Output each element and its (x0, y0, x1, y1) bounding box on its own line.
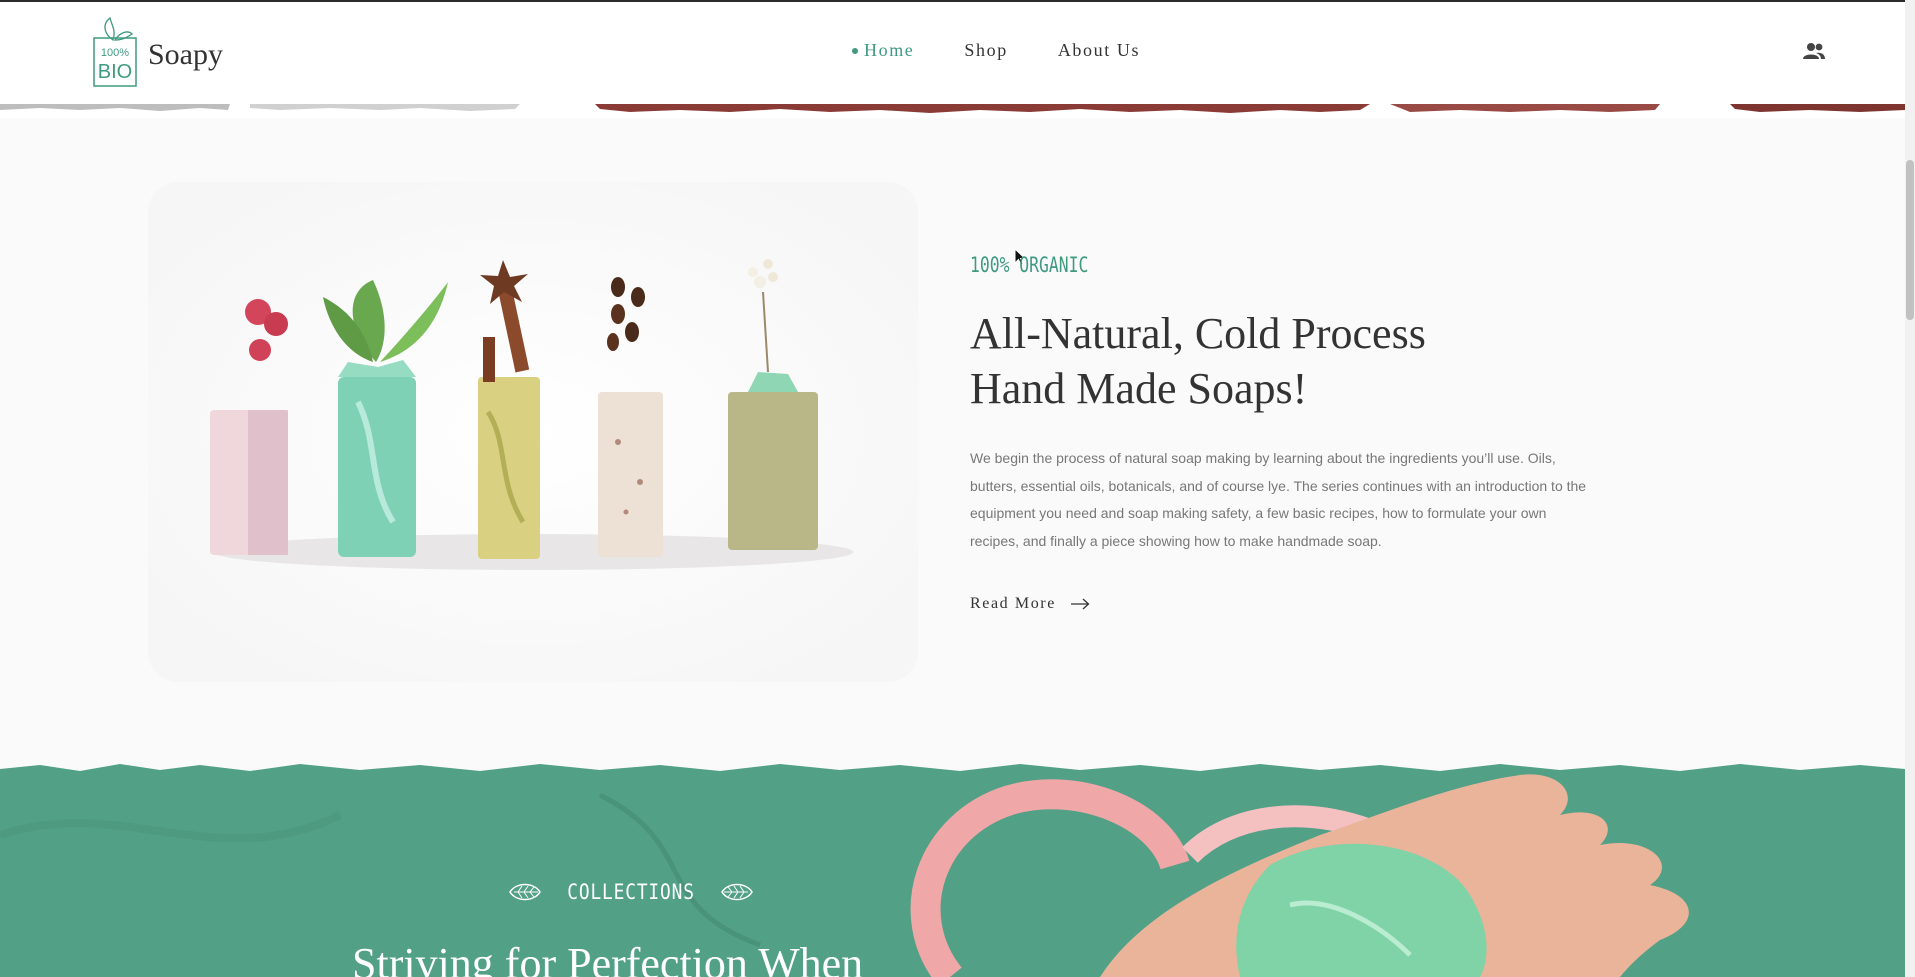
read-more-label: Read More (970, 595, 1056, 612)
section-headline: All-Natural, Cold Process Hand Made Soap… (970, 306, 1590, 416)
nav-label: Shop (964, 40, 1008, 60)
brand-name: Soapy (148, 38, 223, 71)
main-nav: Home Shop About Us (852, 40, 1190, 61)
arrow-right-icon (1070, 598, 1090, 610)
section-eyebrow: 100% ORGANIC (970, 253, 1089, 277)
section-body: We begin the process of natural soap mak… (970, 450, 1587, 549)
collections-eyebrow: COLLECTIONS (567, 880, 695, 904)
headline-line-2: Hand Made Soaps! (970, 364, 1308, 413)
nav-item-shop[interactable]: Shop (964, 40, 1007, 61)
svg-text:BIO: BIO (98, 61, 132, 83)
nav-label: Home (864, 40, 915, 60)
collections-title: Striving for Perfection When (352, 939, 864, 977)
users-icon[interactable] (1802, 42, 1826, 60)
leaf-right-icon (721, 883, 753, 901)
site-header: 100% BIO Soapy Home Shop About Us (0, 2, 1905, 104)
leaf-left-icon (509, 883, 541, 901)
site-logo[interactable]: 100% BIO Soapy (92, 16, 223, 88)
collections-banner (0, 764, 1905, 977)
torn-paper-edge (0, 102, 1905, 118)
soap-bars-photo (148, 182, 918, 682)
headline-line-1: All-Natural, Cold Process (970, 309, 1426, 358)
nav-item-about-us[interactable]: About Us (1058, 40, 1140, 61)
scrollbar-thumb[interactable] (1906, 160, 1914, 320)
collections-label: COLLECTIONS (508, 880, 754, 904)
svg-text:100%: 100% (101, 47, 129, 59)
bio-badge-logo: 100% BIO (93, 16, 137, 87)
read-more-link[interactable]: Read More (970, 595, 1090, 613)
page-scrollbar[interactable] (1905, 0, 1915, 977)
active-dot-icon (852, 47, 858, 54)
nav-item-home[interactable]: Home (852, 40, 914, 61)
nav-label: About Us (1057, 40, 1141, 60)
